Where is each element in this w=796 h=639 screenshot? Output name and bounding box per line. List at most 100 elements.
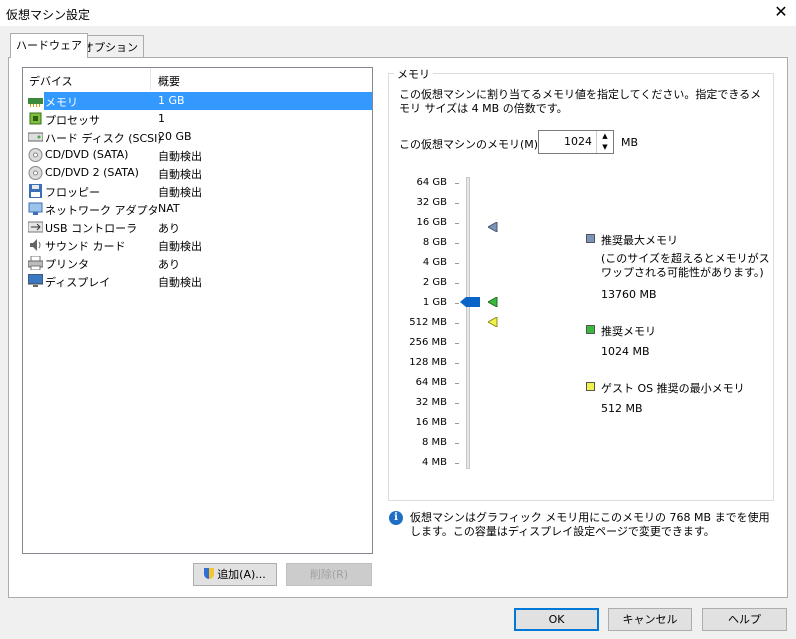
device-row[interactable]: サウンド カード 自動検出 <box>24 236 372 254</box>
cancel-button[interactable]: キャンセル <box>608 608 692 631</box>
shield-icon <box>204 568 215 579</box>
guest-min-label: ゲスト OS 推奨の最小メモリ <box>601 382 745 395</box>
guest-min-value: 512 MB <box>601 402 643 415</box>
recommended-max-note: (このサイズを超えるとメモリがスワップされる可能性があります。) <box>601 252 770 279</box>
device-summary: 自動検出 <box>158 276 202 289</box>
memory-value[interactable]: 1024 <box>540 135 592 148</box>
recommended-legend-icon <box>586 325 595 334</box>
printer-icon <box>27 255 44 271</box>
scale-label: 64 GB <box>416 177 447 188</box>
device-summary: あり <box>158 222 180 235</box>
device-name: プリンタ <box>45 258 89 271</box>
device-name: ネットワーク アダプタ <box>45 204 159 217</box>
memory-spinner[interactable]: ▲ ▼ <box>596 131 613 153</box>
device-name: ハード ディスク (SCSI) <box>45 132 162 145</box>
scale-label: 1 GB <box>422 297 447 308</box>
recommended-max-value: 13760 MB <box>601 288 657 301</box>
floppy-icon <box>28 184 43 198</box>
device-summary: 自動検出 <box>158 240 202 253</box>
memory-description: この仮想マシンに割り当てるメモリ値を指定してください。指定できるメモリ サイズは… <box>399 88 762 115</box>
title-bar <box>0 0 796 26</box>
scale-tick <box>455 183 459 184</box>
spin-down-icon[interactable]: ▼ <box>596 142 613 153</box>
scale-tick <box>455 203 459 204</box>
remove-button[interactable]: 削除(R) <box>286 563 372 586</box>
memory-slider-thumb[interactable] <box>460 297 480 307</box>
device-row[interactable]: ネットワーク アダプタ NAT <box>24 200 372 218</box>
scale-tick <box>455 223 459 224</box>
device-name: ディスプレイ <box>45 276 111 289</box>
device-row[interactable]: フロッピー 自動検出 <box>24 182 372 200</box>
column-header-device[interactable]: デバイス <box>29 73 73 89</box>
memory-field-label: この仮想マシンのメモリ(M): <box>399 138 542 151</box>
hard-disk-icon <box>27 130 44 144</box>
spin-up-icon[interactable]: ▲ <box>596 131 613 142</box>
column-header-summary[interactable]: 概要 <box>158 73 180 89</box>
scale-label: 16 GB <box>416 217 447 228</box>
device-name: メモリ <box>45 96 78 109</box>
memory-group-label: メモリ <box>394 66 433 82</box>
scale-label: 8 GB <box>422 237 447 248</box>
sound-card-icon <box>28 238 43 252</box>
scale-tick <box>455 283 459 284</box>
window-title: 仮想マシン設定 <box>6 8 91 22</box>
memory-unit: MB <box>621 136 639 149</box>
guest-min-legend-icon <box>586 382 595 391</box>
scale-label: 32 MB <box>415 397 447 408</box>
scale-label: 256 MB <box>409 337 447 348</box>
scale-tick <box>455 443 459 444</box>
device-summary: 20 GB <box>158 130 192 143</box>
scale-label: 8 MB <box>421 437 447 448</box>
device-row[interactable]: プロセッサ 1 <box>24 110 372 128</box>
device-row[interactable]: USB コントローラ あり <box>24 218 372 236</box>
scale-tick <box>455 303 459 304</box>
device-row[interactable]: CD/DVD (SATA) 自動検出 <box>24 146 372 164</box>
recommended-max-legend-icon <box>586 234 595 243</box>
scale-label: 32 GB <box>416 197 447 208</box>
recommended-marker-icon <box>486 296 498 310</box>
device-row[interactable]: ディスプレイ 自動検出 <box>24 272 372 290</box>
scale-tick <box>455 343 459 344</box>
device-row[interactable]: CD/DVD 2 (SATA) 自動検出 <box>24 164 372 182</box>
recommended-max-marker-icon <box>486 221 498 235</box>
add-button-label: 追加(A)... <box>217 568 266 581</box>
device-summary: NAT <box>158 202 180 215</box>
device-summary: 1 <box>158 112 165 125</box>
column-separator <box>150 68 151 90</box>
display-icon <box>27 273 44 288</box>
cd-dvd-icon <box>28 148 43 162</box>
device-summary: あり <box>158 258 180 271</box>
scale-label: 64 MB <box>415 377 447 388</box>
processor-icon <box>28 112 43 126</box>
scale-label: 128 MB <box>409 357 447 368</box>
memory-slider-track[interactable] <box>466 177 470 469</box>
network-adapter-icon <box>28 202 43 216</box>
device-row[interactable]: メモリ 1 GB <box>24 92 372 110</box>
device-summary: 1 GB <box>158 94 185 107</box>
device-name: プロセッサ <box>45 114 100 127</box>
scale-tick <box>455 463 459 464</box>
ok-button[interactable]: OK <box>514 608 599 631</box>
scale-tick <box>455 383 459 384</box>
scale-label: 16 MB <box>415 417 447 428</box>
scale-label: 4 GB <box>422 257 447 268</box>
device-summary: 自動検出 <box>158 168 202 181</box>
tab-hardware[interactable]: ハードウェア <box>10 33 88 58</box>
memory-icon <box>28 94 43 108</box>
usb-icon <box>27 220 44 234</box>
device-row[interactable]: プリンタ あり <box>24 254 372 272</box>
device-name: CD/DVD (SATA) <box>45 148 129 161</box>
device-row[interactable]: ハード ディスク (SCSI) 20 GB <box>24 128 372 146</box>
scale-label: 4 MB <box>421 457 447 468</box>
graphics-memory-info: 仮想マシンはグラフィック メモリ用にこのメモリの 768 MB までを使用します… <box>410 511 770 538</box>
add-button[interactable]: 追加(A)... <box>193 563 277 586</box>
scale-tick <box>455 323 459 324</box>
scale-tick <box>455 363 459 364</box>
device-name: サウンド カード <box>45 240 126 253</box>
device-summary: 自動検出 <box>158 186 202 199</box>
scale-tick <box>455 243 459 244</box>
close-icon[interactable]: ✕ <box>771 3 791 21</box>
help-button[interactable]: ヘルプ <box>702 608 787 631</box>
device-summary: 自動検出 <box>158 150 202 163</box>
scale-tick <box>455 423 459 424</box>
